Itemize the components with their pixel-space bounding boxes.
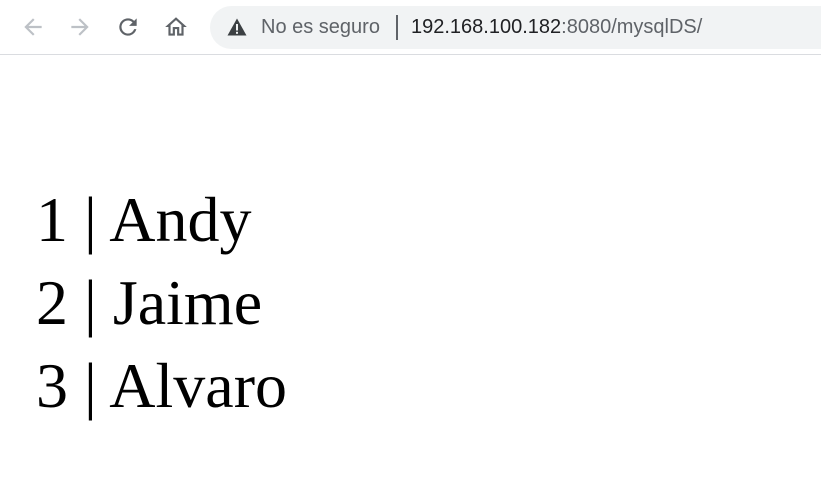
row-id: 2 bbox=[36, 267, 68, 338]
row-separator: | bbox=[84, 267, 97, 338]
page-content: 1 | Andy 2 | Jaime 3 | Alvaro bbox=[36, 178, 287, 427]
url-host: 192.168.100.182 bbox=[411, 16, 562, 38]
security-label[interactable]: No es seguro bbox=[261, 16, 380, 39]
row-id: 3 bbox=[36, 350, 68, 421]
row-name: Alvaro bbox=[109, 350, 287, 421]
arrow-right-icon bbox=[71, 18, 89, 36]
arrow-left-icon bbox=[24, 18, 42, 36]
browser-toolbar: No es seguro 192.168.100.182:8080/mysqlD… bbox=[0, 0, 821, 55]
row-name: Jaime bbox=[112, 267, 263, 338]
reload-button[interactable] bbox=[110, 9, 146, 45]
url-path: :8080/mysqlDS/ bbox=[561, 16, 703, 38]
address-bar[interactable]: No es seguro 192.168.100.182:8080/mysqlD… bbox=[210, 6, 821, 49]
list-item: 1 | Andy bbox=[36, 178, 287, 261]
back-button[interactable] bbox=[15, 9, 51, 45]
address-separator bbox=[396, 15, 398, 40]
reload-icon bbox=[119, 18, 137, 36]
url-text[interactable]: 192.168.100.182:8080/mysqlDS/ bbox=[411, 16, 702, 39]
row-name: Andy bbox=[109, 184, 252, 255]
home-button[interactable] bbox=[158, 9, 194, 45]
row-id: 1 bbox=[36, 184, 68, 255]
warning-icon[interactable] bbox=[227, 18, 247, 36]
list-item: 3 | Alvaro bbox=[36, 344, 287, 427]
list-item: 2 | Jaime bbox=[36, 261, 287, 344]
home-icon bbox=[165, 17, 187, 36]
row-separator: | bbox=[84, 350, 97, 421]
forward-button[interactable] bbox=[62, 9, 98, 45]
row-separator: | bbox=[84, 184, 97, 255]
